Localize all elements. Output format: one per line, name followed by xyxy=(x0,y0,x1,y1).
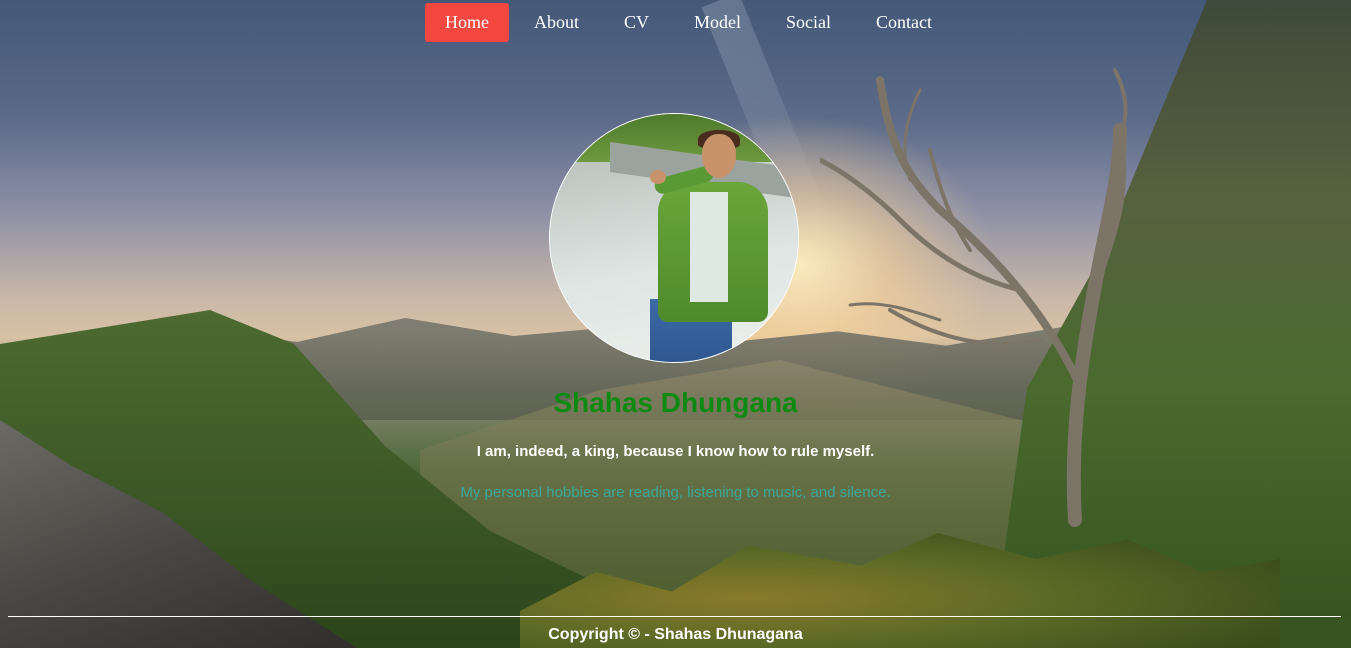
footer-divider xyxy=(8,616,1341,617)
footer-copyright: Copyright © - Shahas Dhunagana xyxy=(548,626,803,643)
main-nav: Home About CV Model Social Contact xyxy=(425,3,957,42)
profile-photo xyxy=(549,113,799,363)
profile-hobbies: My personal hobbies are reading, listeni… xyxy=(460,484,891,501)
profile-quote: I am, indeed, a king, because I know how… xyxy=(476,443,875,460)
nav-social-link[interactable]: Social xyxy=(766,3,851,42)
nav-about-link[interactable]: About xyxy=(514,3,599,42)
nav-cv-link[interactable]: CV xyxy=(604,3,669,42)
nav-contact-link[interactable]: Contact xyxy=(856,3,952,42)
nav-model-link[interactable]: Model xyxy=(674,3,761,42)
nav-home-link[interactable]: Home xyxy=(425,3,509,42)
profile-name: Shahas Dhungana xyxy=(553,387,798,418)
